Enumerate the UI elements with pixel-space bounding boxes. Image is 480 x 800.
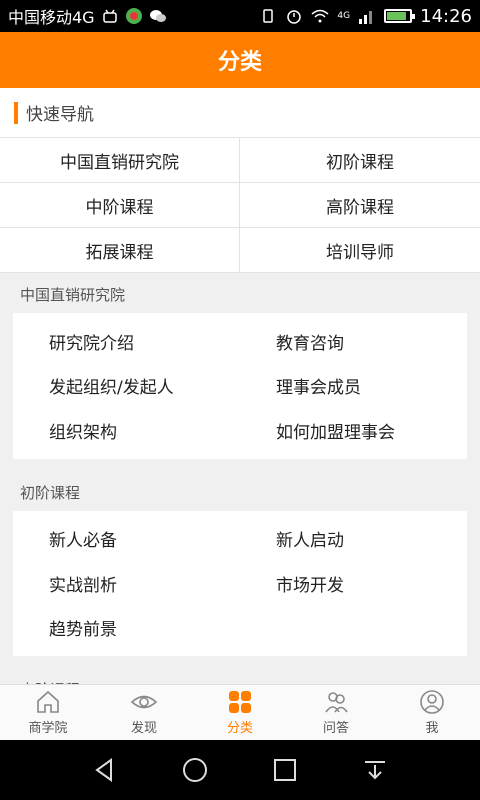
section-item[interactable]: 新人必备: [13, 517, 240, 562]
section-item[interactable]: 实战剖析: [13, 561, 240, 606]
section-item[interactable]: 趋势前景: [13, 606, 240, 651]
section-card: 研究院介绍 教育咨询 发起组织/发起人 理事会成员 组织架构 如何加盟理事会: [13, 313, 467, 459]
tab-label: 问答: [322, 721, 349, 736]
section-item[interactable]: 市场开发: [240, 561, 467, 606]
quick-nav-item[interactable]: 拓展课程: [0, 228, 240, 273]
section-item[interactable]: 研究院介绍: [13, 319, 240, 364]
wifi-icon: [311, 9, 329, 23]
tab-label: 发现: [130, 721, 157, 736]
quick-nav-grid: 中国直销研究院 初阶课程 中阶课程 高阶课程 拓展课程 培训导师: [0, 138, 480, 273]
quick-nav-item[interactable]: 初阶课程: [240, 138, 480, 183]
section-item[interactable]: 如何加盟理事会: [240, 408, 467, 453]
tab-discover[interactable]: 发现: [96, 685, 192, 740]
people-icon: [325, 692, 348, 713]
quick-nav-item[interactable]: 中国直销研究院: [0, 138, 240, 183]
home-icon: [37, 690, 59, 713]
tab-qa[interactable]: 问答: [288, 685, 384, 740]
page-title: 分类: [217, 50, 262, 75]
accent-bar: [14, 101, 18, 124]
app-notification-icon: [125, 8, 142, 24]
grid-icon: [229, 691, 251, 713]
wechat-icon: [149, 10, 166, 22]
tab-label: 商学院: [28, 721, 68, 736]
quick-nav-title: 快速导航: [26, 105, 94, 125]
tab-me[interactable]: 我: [384, 685, 480, 740]
alarm-icon: [287, 10, 302, 24]
battery-icon: [384, 9, 416, 23]
page-header: 分类: [0, 32, 480, 88]
signal-icon: [359, 11, 373, 24]
recents-icon[interactable]: [271, 756, 299, 784]
section-item[interactable]: 组织架构: [13, 408, 240, 453]
section-card: 新人必备 新人启动 实战剖析 市场开发 趋势前景: [13, 510, 467, 656]
quick-nav-item[interactable]: 培训导师: [240, 228, 480, 273]
tab-label: 我: [425, 721, 439, 736]
eye-icon: [131, 695, 157, 709]
bottom-tab-bar: 商学院 发现 分类 问答 我: [0, 684, 480, 740]
tab-label: 分类: [226, 721, 253, 736]
section-title: 中阶课程: [0, 668, 480, 684]
section-title: 初阶课程: [20, 483, 81, 502]
quick-nav-header: 快速导航: [0, 88, 480, 138]
notification-pull-icon[interactable]: [361, 756, 389, 784]
tab-category[interactable]: 分类: [192, 685, 288, 740]
section-title: 中国直销研究院: [20, 286, 126, 304]
status-bar: 中国移动4G 4G 14:26: [0, 0, 480, 32]
category-content[interactable]: 快速导航 中国直销研究院 初阶课程 中阶课程 高阶课程 拓展课程 培训导师 中国…: [0, 88, 480, 684]
network-type-label: 4G: [337, 11, 351, 21]
user-icon: [420, 690, 444, 714]
carrier-label: 中国移动4G: [8, 8, 95, 27]
android-icon: [102, 9, 117, 23]
section-item-empty: [240, 606, 467, 651]
section-item[interactable]: 发起组织/发起人: [13, 364, 240, 409]
status-time: 14:26: [420, 5, 472, 27]
section-item[interactable]: 理事会成员: [240, 364, 467, 409]
vibrate-icon: [263, 9, 274, 23]
section-item[interactable]: 新人启动: [240, 517, 467, 562]
system-nav-bar: [0, 740, 480, 800]
quick-nav-item[interactable]: 中阶课程: [0, 183, 240, 228]
home-circle-icon[interactable]: [181, 756, 209, 784]
back-icon[interactable]: [91, 756, 119, 784]
quick-nav-item[interactable]: 高阶课程: [240, 183, 480, 228]
tab-business-school[interactable]: 商学院: [0, 685, 96, 740]
section-item[interactable]: 教育咨询: [240, 319, 467, 364]
